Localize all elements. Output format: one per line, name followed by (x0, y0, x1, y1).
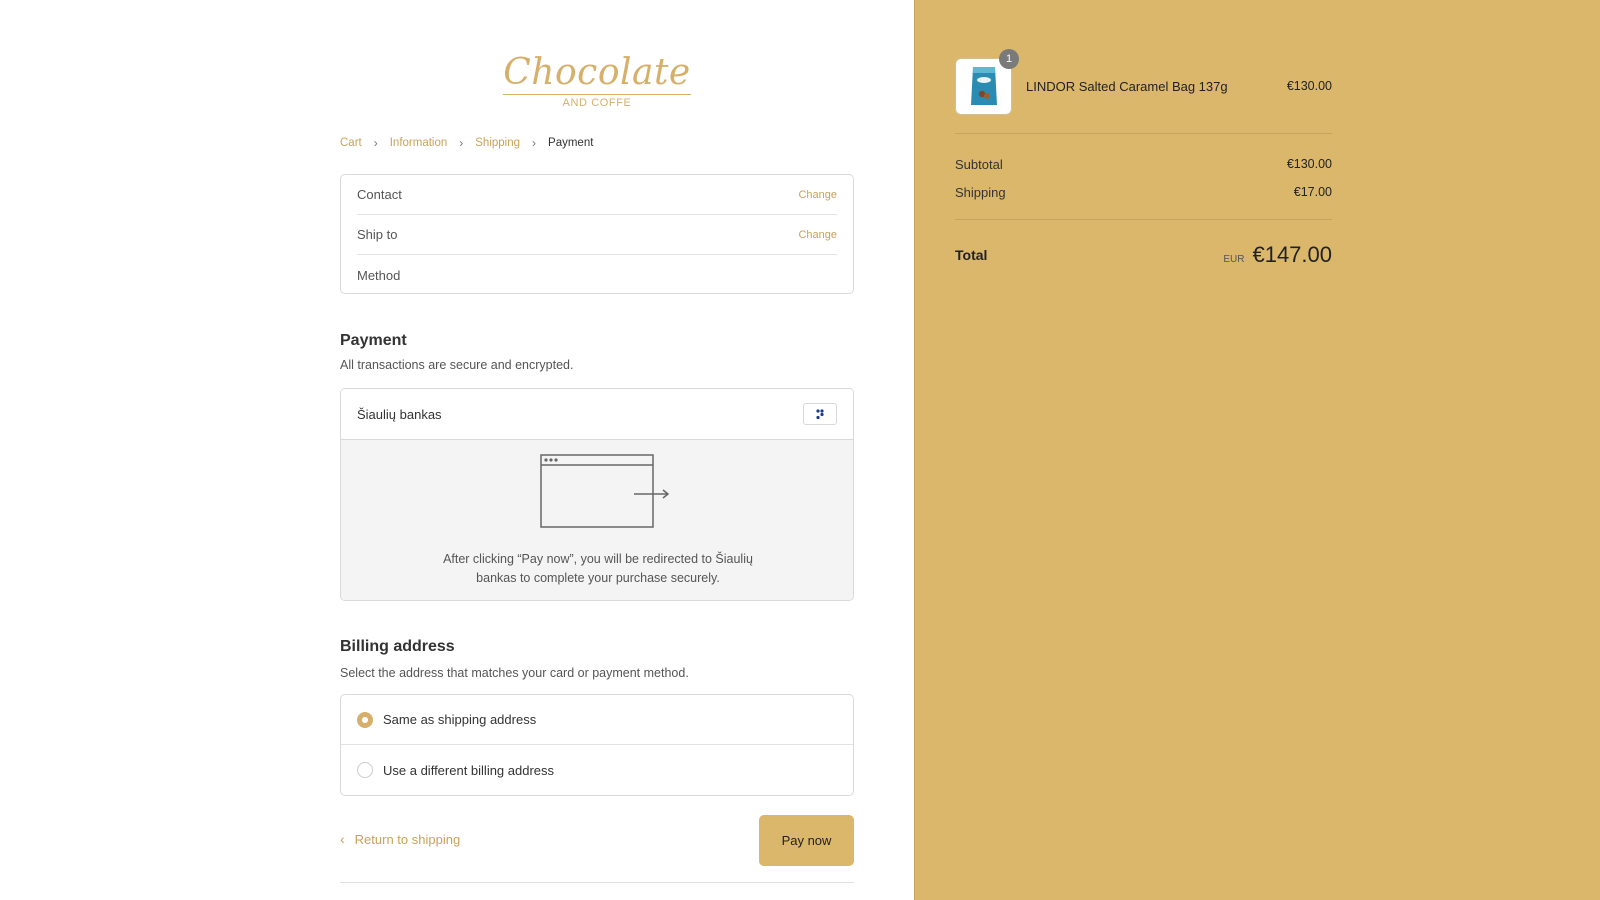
return-to-shipping-label: Return to shipping (354, 831, 461, 847)
payment-redirect-panel: After clicking “Pay now”, you will be re… (341, 440, 853, 600)
store-logo[interactable]: Chocolate AND COFFE (502, 52, 692, 110)
total-row: Total EUR €147.00 (955, 242, 1332, 268)
billing-option-same[interactable]: Same as shipping address (341, 695, 853, 745)
logo-wordmark: Chocolate (503, 52, 691, 93)
shipping-value: €17.00 (1293, 185, 1332, 199)
chevron-left-icon: ‹ (340, 831, 345, 847)
billing-option-different-label: Use a different billing address (383, 762, 555, 778)
review-method-label: Method (357, 267, 401, 283)
payment-method-name: Šiaulių bankas (357, 406, 442, 422)
billing-subtitle: Select the address that matches your car… (340, 666, 689, 680)
logo-tagline: AND COFFE (562, 97, 632, 109)
billing-title: Billing address (340, 638, 455, 655)
subtotal-label: Subtotal (955, 157, 1003, 172)
product-thumbnail: 1 (955, 48, 1019, 115)
shipping-row: Shipping €17.00 (955, 185, 1332, 200)
subtotal-value: €130.00 (1286, 157, 1332, 171)
browser-redirect-icon (540, 454, 670, 528)
radio-different-billing[interactable] (357, 762, 373, 778)
review-ship-to-label: Ship to (357, 227, 398, 242)
order-review-box: Contact Change Ship to Change Method (340, 174, 854, 294)
billing-option-same-label: Same as shipping address (383, 712, 537, 727)
subtotal-row: Subtotal €130.00 (955, 157, 1332, 172)
checkout-main: Chocolate AND COFFE Cart › Information ›… (0, 0, 914, 900)
billing-option-different[interactable]: Use a different billing address (341, 745, 853, 795)
change-ship-to-link[interactable]: Change (798, 229, 837, 241)
product-name: LINDOR Salted Caramel Bag 137g (1026, 78, 1228, 94)
change-contact-link[interactable]: Change (798, 189, 837, 201)
review-row-contact: Contact Change (357, 175, 837, 215)
total-amount-group: EUR €147.00 (1223, 242, 1332, 268)
redirect-message: After clicking “Pay now”, you will be re… (443, 552, 753, 585)
breadcrumb-payment: Payment (548, 137, 594, 149)
chevron-right-icon: › (459, 136, 464, 150)
shipping-label: Shipping (955, 185, 1006, 200)
review-row-ship-to: Ship to Change (357, 215, 837, 255)
breadcrumb-shipping[interactable]: Shipping (475, 135, 520, 151)
order-summary-sidebar: 1 LINDOR Salted Caramel Bag 137g €130.00… (914, 0, 1600, 900)
total-divider (955, 219, 1332, 220)
total-amount: €147.00 (1252, 242, 1332, 267)
pay-now-button[interactable]: Pay now (759, 815, 854, 866)
currency-code: EUR (1223, 254, 1245, 265)
line-item: 1 LINDOR Salted Caramel Bag 137g €130.00 (955, 48, 1332, 115)
breadcrumb: Cart › Information › Shipping › Payment (340, 135, 593, 151)
summary-divider (955, 133, 1332, 134)
chevron-right-icon: › (532, 136, 537, 150)
breadcrumb-information[interactable]: Information (390, 135, 448, 151)
logo-underline (503, 94, 691, 95)
review-row-method: Method (357, 255, 837, 295)
payment-subtitle: All transactions are secure and encrypte… (340, 358, 574, 372)
product-bag-image (970, 67, 997, 105)
quantity-badge: 1 (999, 48, 1019, 69)
total-label: Total (955, 247, 988, 263)
review-contact-label: Contact (357, 187, 402, 202)
payment-method-header[interactable]: Šiaulių bankas (341, 389, 853, 440)
return-to-shipping-link[interactable]: ‹ Return to shipping (340, 831, 460, 847)
footer-divider (340, 882, 854, 883)
billing-options: Same as shipping address Use a different… (340, 694, 854, 796)
product-price: €130.00 (1286, 79, 1332, 93)
breadcrumb-cart[interactable]: Cart (340, 135, 362, 151)
payment-method-box: Šiaulių bankas After clicking “Pay now”,… (340, 388, 854, 601)
radio-same-as-shipping[interactable] (357, 711, 373, 728)
payment-title: Payment (340, 332, 407, 349)
bank-logo-icon (803, 403, 837, 425)
chevron-right-icon: › (373, 136, 378, 150)
